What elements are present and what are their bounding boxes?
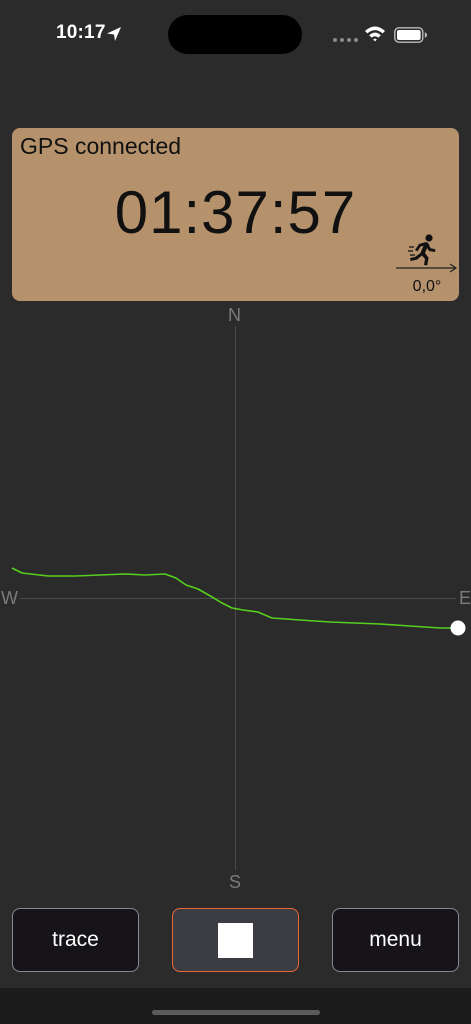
stop-button[interactable] <box>172 908 299 972</box>
heading-value: 0,0° <box>412 278 442 295</box>
menu-button[interactable]: menu <box>332 908 459 972</box>
trace-button-label: trace <box>52 928 99 951</box>
home-indicator[interactable] <box>152 1010 320 1015</box>
dynamic-island <box>168 15 302 54</box>
menu-button-label: menu <box>369 928 422 951</box>
signal-dots-icon <box>333 38 358 42</box>
info-panel: GPS connected 01:37:57 0,0° <box>12 128 459 301</box>
track-canvas <box>11 326 466 870</box>
wifi-icon <box>365 26 385 42</box>
compass-east-label: E <box>459 588 471 608</box>
bottom-bar <box>0 988 471 1024</box>
location-arrow-icon <box>107 27 121 41</box>
stop-square-icon <box>218 922 253 958</box>
status-bar: 10:17 <box>0 0 471 70</box>
direction-arrow-icon <box>396 263 458 273</box>
battery-icon <box>394 27 427 43</box>
compass-south-label: S <box>229 872 242 892</box>
elapsed-time: 01:37:57 <box>114 179 357 246</box>
compass-track-view[interactable]: N S W E <box>0 302 471 902</box>
gps-status-label: GPS connected <box>20 133 182 159</box>
compass-west-label: W <box>1 588 18 608</box>
app-screen: 10:17 GPS connected 01:37:57 0,0° N S W … <box>0 0 471 1024</box>
current-position-marker <box>450 620 466 636</box>
control-bar: trace menu <box>0 906 471 976</box>
trace-button[interactable]: trace <box>12 908 139 972</box>
status-time: 10:17 <box>56 22 106 43</box>
compass-north-label: N <box>228 305 241 325</box>
